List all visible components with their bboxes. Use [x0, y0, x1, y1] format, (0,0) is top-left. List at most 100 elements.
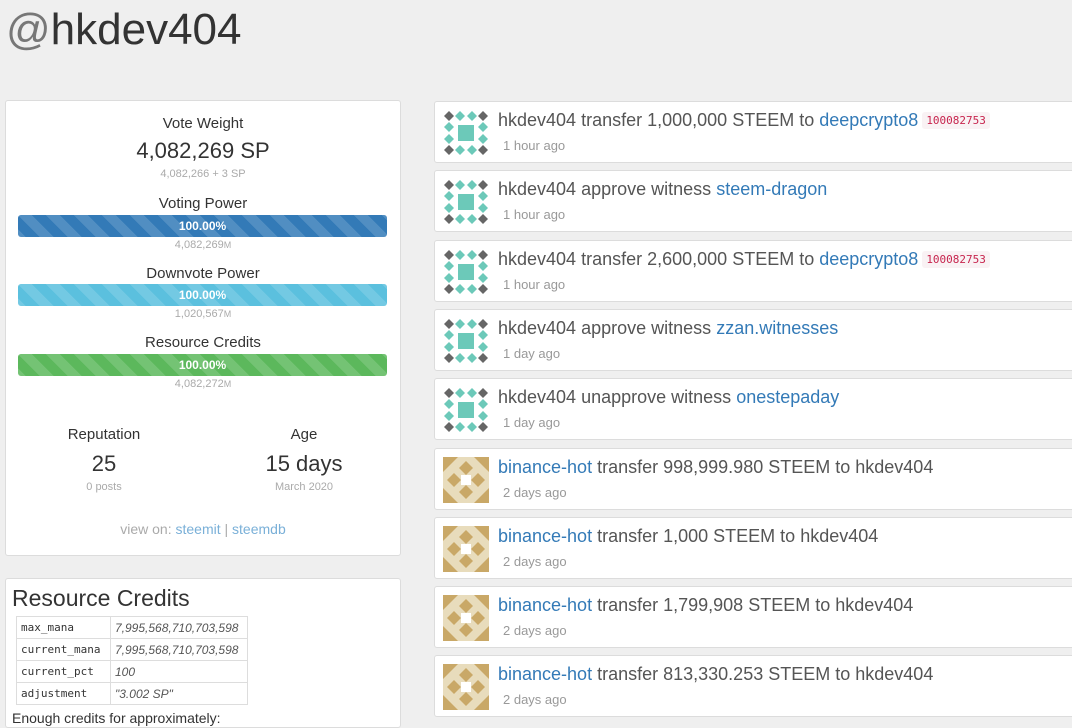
view-on-links: view on: steemit | steemdb [6, 521, 400, 537]
vote-weight-label: Vote Weight [162, 115, 244, 132]
timestamp: 2 days ago [503, 553, 567, 569]
steemit-link[interactable]: steemit [176, 521, 221, 537]
action-text: unapprove witness [581, 387, 732, 408]
join-date: March 2020 [274, 481, 334, 493]
reputation-value: 25 [91, 451, 117, 476]
actor-link[interactable]: binance-hot [498, 526, 592, 546]
feed-item: hkdev404 transfer 1,000,000 STEEM to dee… [434, 101, 1072, 163]
target-link[interactable]: deepcrypto8 [819, 110, 918, 130]
rc-value: 100 [110, 660, 248, 683]
resource-credits-amount: 4,082,272M [174, 378, 232, 390]
gold-identicon[interactable] [443, 595, 489, 642]
operation-text: hkdev404 approve witness zzan.witnesses [498, 318, 838, 339]
feed-item: hkdev404 unapprove witness onestepaday 1 … [434, 378, 1072, 441]
reputation-label: Reputation [67, 426, 141, 443]
timestamp: 2 days ago [503, 692, 567, 708]
operation-text: hkdev404 unapprove witness onestepaday [498, 387, 839, 408]
rc-key: current_pct [16, 660, 111, 683]
voting-power-amount: 4,082,269M [174, 239, 232, 251]
feed-item: hkdev404 approve witness steem-dragon 1 h… [434, 170, 1072, 233]
feed-item: hkdev404 approve witness zzan.witnesses 1… [434, 308, 1072, 371]
downvote-power-amount: 1,020,567M [174, 308, 232, 320]
target-name: hkdev404 [855, 664, 934, 685]
rc-key: adjustment [16, 682, 111, 705]
timestamp: 1 hour ago [503, 207, 566, 223]
teal-identicon[interactable] [443, 179, 489, 225]
rc-row: current_mana 7,995,568,710,703,598 [16, 638, 248, 661]
rc-footer: Enough credits for approximately: [12, 710, 221, 726]
teal-identicon[interactable] [443, 110, 489, 156]
operation-text: binance-hot transfer 1,799,908 STEEM to … [498, 595, 913, 616]
rc-table: max_mana 7,995,568,710,703,598 current_man… [16, 616, 248, 705]
username: hkdev404 [50, 5, 242, 54]
action-text: transfer 998,999.980 STEEM to [597, 456, 851, 477]
action-text: transfer 1,000,000 STEEM to [581, 110, 815, 130]
gold-identicon[interactable] [443, 664, 489, 711]
age-value: 15 days [265, 451, 343, 476]
rc-value: 7,995,568,710,703,598 [110, 638, 248, 661]
target-link[interactable]: deepcrypto8 [819, 249, 918, 269]
voting-power-bar: 100.00% [18, 215, 387, 237]
target-link[interactable]: steem-dragon [716, 179, 827, 199]
actor-name: hkdev404 [498, 179, 577, 200]
feed-item: binance-hot transfer 813,330.253 STEEM t… [434, 655, 1072, 718]
target-link[interactable]: onestepaday [736, 387, 839, 407]
rc-row: current_pct 100 [16, 660, 248, 683]
steemdb-link[interactable]: steemdb [232, 521, 286, 537]
teal-identicon[interactable] [443, 387, 489, 433]
rc-row: adjustment "3.002 SP" [16, 682, 248, 705]
resource-credits-bar: 100.00% [18, 354, 387, 376]
downvote-power-fill: 100.00% [18, 284, 387, 306]
reputation-block: Reputation 25 0 posts [6, 426, 202, 493]
action-text: approve witness [581, 317, 712, 338]
memo-badge: 100082753 [922, 250, 990, 268]
timestamp: 1 hour ago [503, 138, 566, 153]
target-link[interactable]: zzan.witnesses [716, 318, 838, 338]
vote-weight-detail: 4,082,266 + 3 SP [160, 168, 246, 180]
rc-panel-title: Resource Credits [12, 585, 190, 611]
actor-name: hkdev404 [498, 248, 577, 269]
actor-name: hkdev404 [498, 110, 577, 130]
target-name: hkdev404 [800, 525, 879, 546]
gold-identicon[interactable] [443, 525, 489, 572]
operation-text: binance-hot transfer 813,330.253 STEEM t… [498, 664, 933, 685]
actor-name: hkdev404 [498, 387, 577, 408]
downvote-power-label: Downvote Power [146, 265, 260, 282]
actor-link[interactable]: binance-hot [498, 664, 592, 684]
teal-identicon[interactable] [443, 249, 489, 295]
feed-item: hkdev404 transfer 2,600,000 STEEM to dee… [434, 239, 1072, 302]
rc-key: current_mana [16, 638, 111, 661]
resource-credits-label: Resource Credits [145, 334, 261, 351]
timestamp: 1 day ago [503, 345, 561, 361]
action-text: transfer 2,600,000 STEEM to [581, 248, 815, 269]
timestamp: 2 days ago [503, 484, 567, 500]
operation-text: hkdev404 transfer 1,000,000 STEEM to dee… [498, 110, 990, 131]
target-name: hkdev404 [835, 595, 914, 616]
rc-value: "3.002 SP" [110, 682, 248, 705]
action-text: transfer 1,799,908 STEEM to [597, 595, 831, 616]
gold-identicon[interactable] [443, 456, 489, 503]
teal-identicon[interactable] [443, 318, 489, 364]
operation-text: hkdev404 transfer 2,600,000 STEEM to dee… [498, 249, 990, 270]
rc-key: max_mana [16, 616, 111, 639]
operation-text: binance-hot transfer 1,000 STEEM to hkde… [498, 526, 878, 547]
rc-value: 7,995,568,710,703,598 [110, 616, 248, 639]
profile-panel: Vote Weight 4,082,269 SP 4,082,266 + 3 S… [5, 100, 401, 556]
target-name: hkdev404 [855, 456, 934, 477]
age-block: Age 15 days March 2020 [206, 426, 402, 493]
actor-link[interactable]: binance-hot [498, 457, 592, 477]
actor-link[interactable]: binance-hot [498, 595, 592, 615]
voting-power-label: Voting Power [158, 195, 248, 212]
page-title: @hkdev404 [6, 2, 242, 58]
rc-row: max_mana 7,995,568,710,703,598 [16, 616, 248, 639]
operation-text: hkdev404 approve witness steem-dragon [498, 179, 827, 200]
action-text: approve witness [581, 179, 712, 200]
action-text: transfer 813,330.253 STEEM to [597, 664, 851, 685]
actor-name: hkdev404 [498, 317, 577, 338]
feed-item: binance-hot transfer 1,000 STEEM to hkde… [434, 516, 1072, 579]
vote-weight-value: 4,082,269 SP [136, 138, 270, 163]
feed-item: binance-hot transfer 1,799,908 STEEM to … [434, 586, 1072, 649]
link-separator: | [224, 521, 229, 537]
at-symbol: @ [6, 5, 51, 54]
resource-credits-fill: 100.00% [18, 354, 387, 376]
